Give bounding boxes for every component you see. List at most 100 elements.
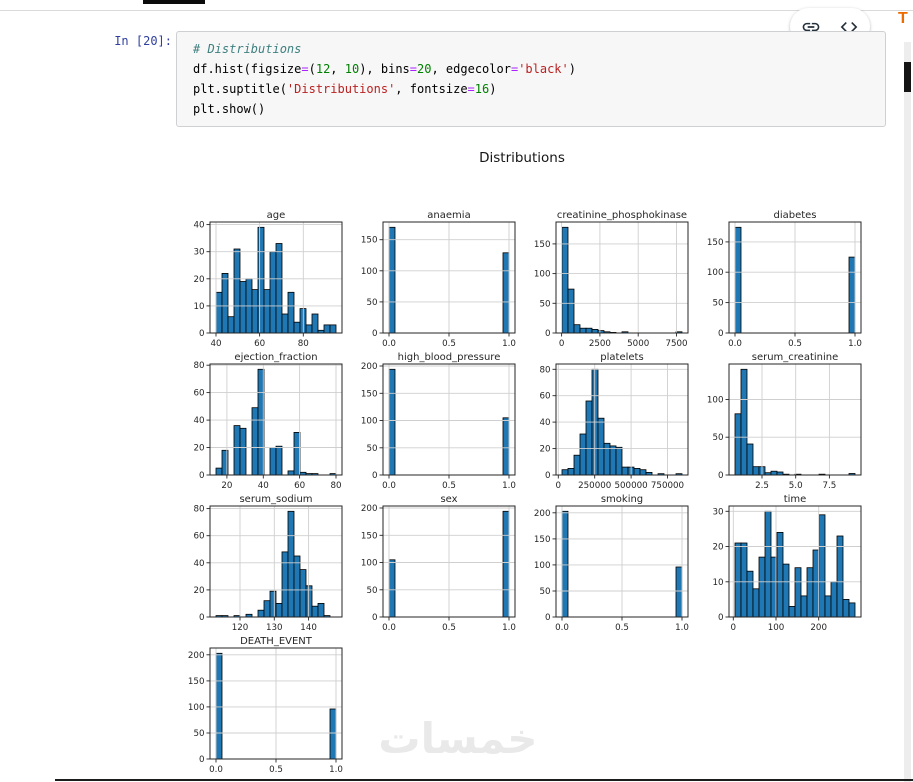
code-cell[interactable]: # Distributions df.hist(figsize=(12, 10),… [176, 31, 886, 127]
top-tab-indicator [143, 0, 205, 4]
x-tick-label: 0.0 [555, 623, 569, 633]
x-tick-label: 0.0 [382, 339, 396, 349]
y-tick-label: 60 [193, 389, 204, 399]
chart-title: creatinine_phosphokinase [557, 210, 687, 221]
scrollbar-track[interactable] [904, 42, 911, 782]
y-tick-label: 80 [193, 361, 204, 371]
y-tick-label: 0 [718, 471, 724, 481]
y-tick-label: 20 [539, 445, 550, 455]
y-tick-label: 200 [361, 362, 378, 372]
y-tick-label: 50 [539, 587, 550, 597]
y-tick-label: 30 [712, 507, 723, 517]
chart-title: anaemia [427, 210, 470, 221]
y-tick-label: 50 [366, 444, 377, 454]
histogram-sex: 0 50 100 150 200 0.0 0.5 1.0 sex [361, 494, 516, 633]
x-tick-label: 750000 [651, 481, 684, 491]
histogram-diabetes: 0 50 100 150 0.0 0.5 1.0 diabetes [707, 210, 862, 349]
chart-title: high_blood_pressure [398, 352, 501, 363]
chart-title: smoking [601, 494, 643, 505]
figure-suptitle: Distributions [479, 150, 565, 166]
histogram-ejection_fraction: 0 20 40 60 80 20 40 60 80 ejection_fraction [193, 352, 343, 491]
y-tick-label: 100 [707, 268, 724, 278]
x-tick-label: 2500 [589, 339, 611, 349]
y-tick-label: 50 [712, 433, 723, 443]
chart-title: diabetes [773, 210, 816, 221]
x-tick-label: 5000 [627, 339, 649, 349]
y-tick-label: 0 [545, 471, 551, 481]
y-tick-label: 0 [718, 613, 724, 623]
x-tick-label: 1.0 [502, 339, 516, 349]
code-line: plt.show() [193, 102, 266, 116]
y-tick-label: 0 [199, 471, 205, 481]
code-line: plt.suptitle('Distributions', fontsize=1… [193, 82, 497, 96]
y-tick-label: 100 [534, 270, 551, 280]
histogram-smoking: 0 50 100 150 200 0.0 0.5 1.0 smoking [534, 494, 689, 633]
x-tick-label: 0.5 [788, 339, 802, 349]
y-tick-label: 100 [361, 559, 378, 569]
y-tick-label: 0 [718, 329, 724, 339]
x-tick-label: 250000 [578, 481, 611, 491]
histogram-high_blood_pressure: 0 50 100 150 200 0.0 0.5 1.0 high_blood_pressure [361, 352, 516, 491]
histogram-platelets: 0 20 40 60 80 0 250000 500000 750000 platelets [539, 352, 689, 491]
y-tick-label: 50 [366, 298, 377, 308]
y-tick-label: 150 [534, 240, 551, 250]
x-tick-label: 2.5 [755, 481, 769, 491]
y-tick-label: 50 [539, 299, 550, 309]
y-tick-label: 0 [372, 613, 378, 623]
y-tick-label: 100 [534, 561, 551, 571]
code-line: df.hist(figsize=(12, 10), bins=20, edgec… [193, 62, 576, 76]
code-editor[interactable]: # Distributions df.hist(figsize=(12, 10),… [193, 39, 875, 119]
chart-title: serum_creatinine [752, 352, 839, 363]
chart-title: platelets [600, 352, 643, 363]
x-tick-label: 0 [559, 339, 565, 349]
x-tick-label: 40 [258, 481, 269, 491]
x-tick-label: 1.0 [502, 481, 516, 491]
x-tick-label: 500000 [615, 481, 648, 491]
x-tick-label: 120 [232, 623, 249, 633]
x-tick-label: 5.0 [789, 481, 803, 491]
x-tick-label: 1.0 [848, 339, 862, 349]
top-divider [0, 10, 913, 11]
histogram-creatinine_phosphokinase: 0 50 100 150 0 2500 5000 7500 creatinine_phospho… [534, 210, 689, 349]
chart-title: serum_sodium [239, 494, 312, 505]
x-tick-label: 0.0 [382, 481, 396, 491]
x-tick-label: 80 [298, 339, 309, 349]
y-tick-label: 60 [193, 532, 204, 542]
y-tick-label: 80 [539, 365, 550, 375]
x-tick-label: 0 [731, 623, 737, 633]
y-tick-label: 10 [193, 302, 204, 312]
histogram-grid: 0 10 20 30 40 40 60 80 age 0 50 100 150 0.0 0.5 1.0 anae… [176, 209, 868, 777]
y-tick-label: 10 [712, 578, 723, 588]
y-tick-label: 0 [545, 329, 551, 339]
y-tick-label: 20 [193, 275, 204, 285]
x-tick-label: 0.5 [442, 339, 456, 349]
scrollbar-thumb[interactable] [904, 62, 911, 92]
x-tick-label: 100 [768, 623, 785, 633]
y-tick-label: 20 [712, 543, 723, 553]
x-tick-label: 140 [300, 623, 317, 633]
y-tick-label: 20 [193, 444, 204, 454]
histogram-serum_creatinine: 0 50 100 2.5 5.0 7.5 serum_creatinine [707, 352, 862, 491]
x-tick-label: 7.5 [822, 481, 836, 491]
y-tick-label: 100 [707, 396, 724, 406]
y-tick-label: 80 [193, 505, 204, 515]
x-tick-label: 0.5 [615, 623, 629, 633]
y-tick-label: 0 [199, 329, 205, 339]
y-tick-label: 100 [361, 417, 378, 427]
y-tick-label: 150 [361, 531, 378, 541]
y-tick-label: 200 [188, 651, 205, 661]
x-tick-label: 1.0 [675, 623, 689, 633]
cell-prompt: In [20]: [114, 34, 172, 48]
chart-title: DEATH_EVENT [240, 636, 313, 647]
x-tick-label: 1.0 [502, 623, 516, 633]
y-tick-label: 40 [193, 559, 204, 569]
x-tick-label: 80 [330, 481, 341, 491]
y-tick-label: 100 [188, 703, 205, 713]
x-tick-label: 20 [221, 481, 232, 491]
y-tick-label: 0 [372, 471, 378, 481]
y-tick-label: 150 [534, 535, 551, 545]
y-tick-label: 150 [188, 677, 205, 687]
y-tick-label: 0 [545, 613, 551, 623]
x-tick-label: 0.0 [728, 339, 742, 349]
y-tick-label: 150 [707, 238, 724, 248]
